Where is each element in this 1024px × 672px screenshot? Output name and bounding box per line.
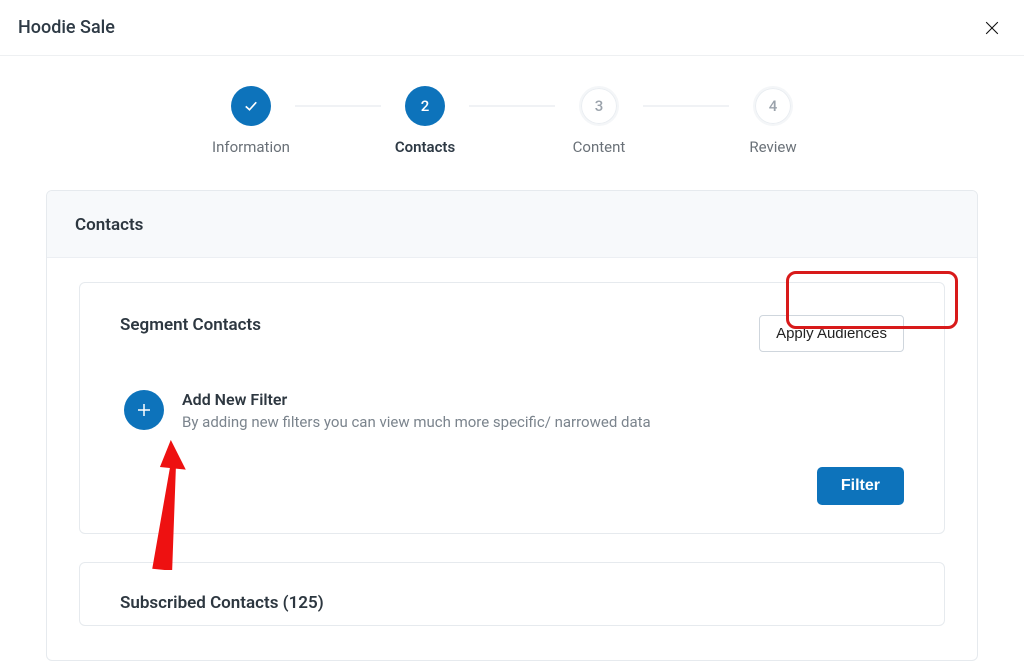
filter-button[interactable]: Filter xyxy=(817,467,904,505)
step-label: Contacts xyxy=(395,138,455,156)
step-circle-pending: 4 xyxy=(753,86,793,126)
step-connector xyxy=(469,105,555,107)
segment-contacts-card: Segment Contacts Apply Audiences Add New… xyxy=(79,282,945,534)
modal-title: Hoodie Sale xyxy=(18,17,115,38)
step-circle-pending: 3 xyxy=(579,86,619,126)
modal-root: Hoodie Sale Information 2 Contacts 3 Con… xyxy=(0,0,1024,672)
step-connector xyxy=(643,105,729,107)
add-filter-title: Add New Filter xyxy=(182,390,651,409)
subscribed-title: Subscribed Contacts (125) xyxy=(120,593,904,613)
add-filter-button[interactable] xyxy=(124,390,164,430)
step-circle-active: 2 xyxy=(405,86,445,126)
apply-audiences-button[interactable]: Apply Audiences xyxy=(759,315,904,352)
stepper: Information 2 Contacts 3 Content 4 Revie… xyxy=(0,56,1024,166)
add-filter-description: By adding new filters you can view much … xyxy=(182,413,651,431)
step-information[interactable]: Information xyxy=(211,86,291,156)
close-button[interactable] xyxy=(978,14,1006,42)
step-content[interactable]: 3 Content xyxy=(559,86,639,156)
add-filter-text: Add New Filter By adding new filters you… xyxy=(182,390,651,431)
step-label: Content xyxy=(573,138,626,156)
panel-header: Contacts xyxy=(47,191,977,258)
close-icon xyxy=(982,18,1002,38)
step-label: Review xyxy=(749,138,796,156)
plus-icon xyxy=(135,401,153,419)
step-label: Information xyxy=(212,138,290,156)
step-contacts[interactable]: 2 Contacts xyxy=(385,86,465,156)
segment-title: Segment Contacts xyxy=(120,315,261,335)
contacts-panel: Contacts Segment Contacts Apply Audience… xyxy=(46,190,978,661)
modal-topbar: Hoodie Sale xyxy=(0,0,1024,56)
panel-body: Segment Contacts Apply Audiences Add New… xyxy=(47,258,977,660)
subscribed-contacts-card: Subscribed Contacts (125) xyxy=(79,562,945,626)
check-icon xyxy=(242,97,260,115)
step-connector xyxy=(295,105,381,107)
add-filter-row: Add New Filter By adding new filters you… xyxy=(120,390,904,431)
step-circle-done xyxy=(231,86,271,126)
step-review[interactable]: 4 Review xyxy=(733,86,813,156)
